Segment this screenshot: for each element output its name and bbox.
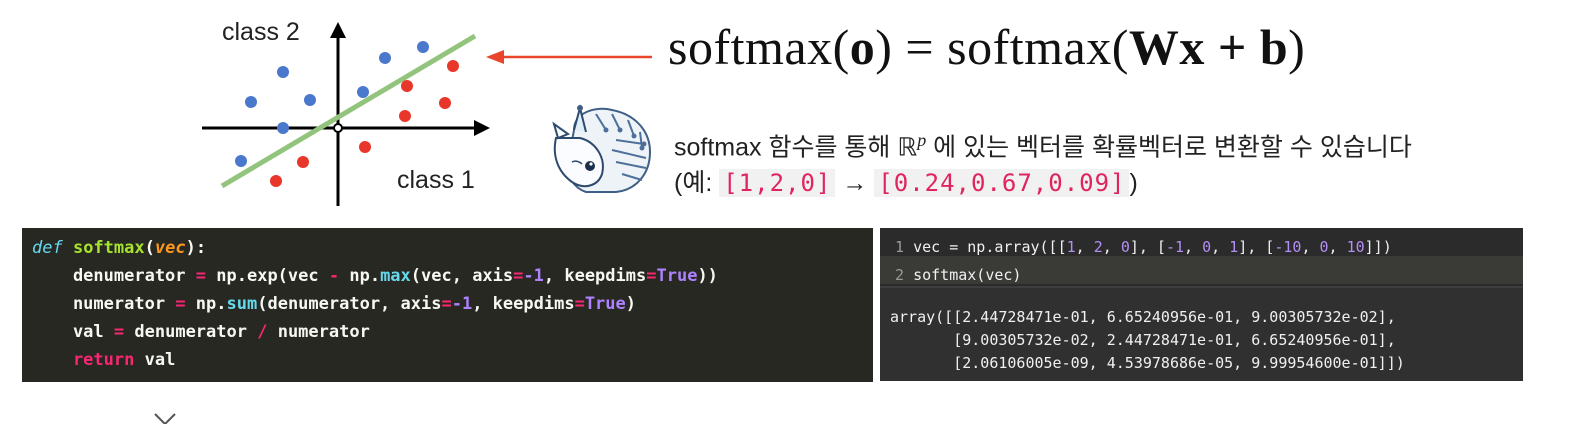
x-axis-arrowhead — [474, 120, 490, 136]
description-text: softmax 함수를 통해 ℝp 에 있는 벡터를 확률벡터로 변환할 수 있… — [674, 122, 1412, 201]
class1-point — [399, 110, 411, 122]
mascot-icon — [552, 104, 652, 193]
description-line2: (예: [1,2,0] → [0.24,0.67,0.09]) — [674, 169, 1138, 198]
class2-point — [379, 52, 391, 64]
softmax-code-block: def softmax(vec): denumerator = np.exp(v… — [22, 228, 873, 382]
example-input: [1,2,0] — [719, 169, 836, 198]
description-line1: softmax 함수를 통해 ℝp 에 있는 벡터를 확률벡터로 변환할 수 있… — [674, 130, 1412, 162]
class2-label: class 2 — [222, 18, 300, 46]
class2-point — [304, 94, 316, 106]
class1-point — [297, 156, 309, 168]
class2-point — [245, 96, 257, 108]
pointer-arrow — [486, 50, 652, 64]
class1-point — [439, 97, 451, 109]
class2-point — [277, 122, 289, 134]
class1-point — [401, 80, 413, 92]
notebook-cell: 1 vec = np.array([[1, 2, 0], [-1, 0, 1],… — [880, 228, 1523, 381]
origin-marker — [333, 123, 343, 133]
class2-points — [235, 41, 429, 167]
class1-point — [359, 141, 371, 153]
decision-boundary — [220, 33, 477, 189]
y-axis-arrowhead — [330, 22, 346, 38]
class1-point — [270, 175, 282, 187]
class2-point — [235, 155, 247, 167]
class2-point — [277, 66, 289, 78]
class2-point — [417, 41, 429, 53]
class1-point — [447, 60, 459, 72]
softmax-formula: softmax(o) = softmax(Wx + b) — [668, 19, 1306, 75]
class2-point — [357, 86, 369, 98]
notebook-input-code: 1 vec = np.array([[1, 2, 0], [-1, 0, 1],… — [886, 238, 1392, 284]
example-output: [0.24,0.67,0.09] — [874, 169, 1130, 198]
class1-label: class 1 — [397, 166, 475, 194]
softmax-code: def softmax(vec): denumerator = np.exp(v… — [32, 238, 718, 370]
close-icon — [154, 413, 176, 424]
classification-diagram: class 2 class 1 — [202, 18, 490, 206]
notebook-output: array([[2.44728471e-01, 6.65240956e-01, … — [890, 308, 1405, 372]
